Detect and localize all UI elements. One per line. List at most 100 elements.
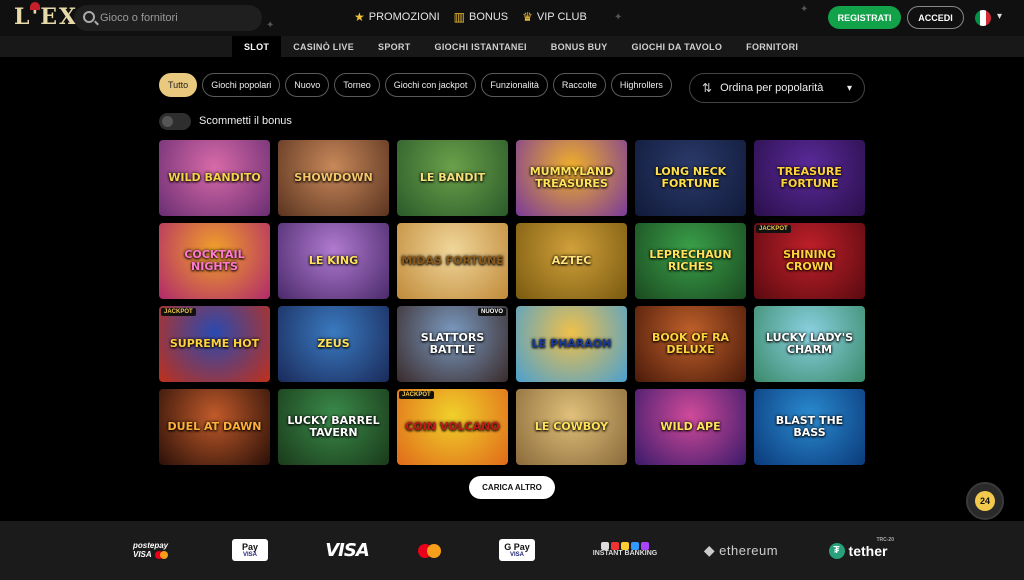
search-input[interactable] [100, 9, 255, 27]
jackpot-badge: JACKPOT [399, 391, 434, 399]
italy-flag-icon[interactable] [975, 10, 991, 26]
support-button[interactable]: 24 [966, 482, 1004, 520]
game-title: Coin Volcano [405, 420, 500, 434]
filter-chips: Tutto Giochi popolari Nuovo Torneo Giochi co… [159, 73, 672, 97]
nav-label: BONUS [469, 11, 509, 23]
game-title: Lucky Barrel Tavern [287, 414, 380, 439]
game-title: Le King [308, 254, 359, 268]
game-title: Treasure Fortune [777, 165, 842, 190]
game-title: Leprechaun Riches [649, 248, 732, 273]
search-box[interactable] [74, 5, 262, 31]
game-tile[interactable]: Long Neck Fortune [635, 140, 746, 216]
game-title: Showdown [294, 171, 373, 185]
nav-promozioni[interactable]: ★ PROMOZIONI [354, 10, 440, 24]
category-tabs: SLOT CASINÒ LIVE SPORT GIOCHI ISTANTANEI BON… [232, 36, 810, 57]
tab-0[interactable]: SLOT [232, 36, 282, 57]
game-title: Slattors Battle [420, 331, 485, 356]
nav-bonus[interactable]: ▥ BONUS [454, 10, 508, 24]
game-tile[interactable]: Treasure Fortune [754, 140, 865, 216]
instant-banking-logo: INSTANT BANKING [590, 521, 660, 580]
jackpot-badge: JACKPOT [161, 308, 196, 316]
game-title: Zeus [317, 337, 350, 351]
game-tile[interactable]: Cocktail Nights [159, 223, 270, 299]
game-tile[interactable]: Lucky Barrel Tavern [278, 389, 389, 465]
game-tile[interactable]: Leprechaun Riches [635, 223, 746, 299]
game-title: Duel at Dawn [167, 420, 262, 434]
game-title: Midas Fortune [401, 254, 504, 268]
bonus-toggle[interactable] [159, 113, 191, 130]
category-bar: SLOT CASINÒ LIVE SPORT GIOCHI ISTANTANEI BON… [0, 36, 1024, 57]
game-tile[interactable]: Le King [278, 223, 389, 299]
tab-4[interactable]: BONUS BUY [539, 36, 620, 57]
game-tile[interactable]: Wild Ape [635, 389, 746, 465]
nav-label: PROMOZIONI [368, 11, 440, 23]
game-tile[interactable]: Coin Volcano JACKPOT [397, 389, 508, 465]
sort-dropdown[interactable]: ⇅ Ordina per popolarità ▾ [689, 73, 865, 103]
game-title: Long Neck Fortune [654, 165, 727, 190]
filter-chip[interactable]: Tutto [159, 73, 198, 97]
game-tile[interactable]: Blast the Bass [754, 389, 865, 465]
tab-6[interactable]: FORNITORI [734, 36, 810, 57]
game-title: Wild Ape [660, 420, 721, 434]
filter-chip[interactable]: Giochi con jackpot [384, 73, 477, 97]
crown-icon: ♛ [522, 10, 533, 24]
visa-logo: VISA [325, 540, 370, 561]
game-tile[interactable]: Supreme Hot JACKPOT [159, 306, 270, 382]
game-tile[interactable]: Aztec [516, 223, 627, 299]
game-tile[interactable]: Le Bandit [397, 140, 508, 216]
filter-chip[interactable]: Funzionalità [481, 73, 548, 97]
game-tile[interactable]: Zeus [278, 306, 389, 382]
chevron-down-icon: ▾ [846, 82, 852, 94]
games-grid: Wild Bandito Showdown Le Bandit Mummyland T… [159, 140, 865, 465]
login-button[interactable]: ACCEDI [907, 6, 964, 29]
chevron-down-icon[interactable]: ▾ [997, 11, 1002, 22]
site-logo[interactable]: L'EX [14, 2, 78, 30]
tab-5[interactable]: GIOCHI DA TAVOLO [620, 36, 735, 57]
support-24h-icon: 24 [975, 491, 995, 511]
gift-icon: ▥ [453, 10, 465, 24]
filter-chip[interactable]: Nuovo [285, 73, 330, 97]
game-tile[interactable]: Mummyland Treasures [516, 140, 627, 216]
bonus-toggle-label: Scommetti il bonus [199, 115, 292, 127]
tab-3[interactable]: GIOCHI ISTANTANEI [423, 36, 539, 57]
new-badge: NUOVO [477, 308, 506, 316]
filter-chip[interactable]: Highrollers [610, 73, 672, 97]
game-tile[interactable]: Le Pharaoh [516, 306, 627, 382]
payments-footer: postepay VISA Pay VISA VISA G Pay VISA I… [0, 521, 1024, 580]
game-title: Mummyland Treasures [529, 165, 614, 190]
load-more-button[interactable]: CARICA ALTRO [469, 476, 555, 499]
game-tile[interactable]: Lucky Lady's Charm [754, 306, 865, 382]
game-tile[interactable]: Book of Ra Deluxe [635, 306, 746, 382]
sparkle-icon: ✦ [614, 12, 623, 23]
game-title: Aztec [551, 254, 592, 268]
sort-label: Ordina per popolarità [720, 82, 824, 94]
filter-chip[interactable]: Giochi popolari [202, 73, 281, 97]
register-button[interactable]: REGISTRATI [828, 6, 901, 29]
game-tile[interactable]: Le Cowboy [516, 389, 627, 465]
top-nav: ★ PROMOZIONI ▥ BONUS ♛ VIP CLUB [354, 10, 587, 24]
filter-chip[interactable]: Torneo [334, 73, 380, 97]
search-icon [83, 11, 95, 23]
bank-icons [601, 542, 649, 551]
tab-2[interactable]: SPORT [366, 36, 423, 57]
game-title: Book of Ra Deluxe [651, 331, 730, 356]
tether-icon: ₮ [828, 542, 845, 559]
tab-1[interactable]: CASINÒ LIVE [281, 36, 366, 57]
game-title: Cocktail Nights [184, 248, 245, 273]
game-tile[interactable]: Wild Bandito [159, 140, 270, 216]
santa-hat-icon [30, 2, 40, 10]
top-bar: L'EX ✦ ✦ ✦ ★PROMOZIONI ▥ BONUS ♛VIP CLUB RE… [0, 0, 1024, 36]
game-tile[interactable]: Slattors Battle NUOVO [397, 306, 508, 382]
game-tile[interactable]: Shining Crown JACKPOT [754, 223, 865, 299]
ethereum-icon: ◆ [703, 542, 716, 558]
filter-chip[interactable]: Raccolte [552, 73, 606, 97]
nav-vip-club[interactable]: ♛ VIP CLUB [522, 10, 587, 24]
game-tile[interactable]: Midas Fortune [397, 223, 508, 299]
game-title: Le Cowboy [534, 420, 609, 434]
game-tile[interactable]: Duel at Dawn [159, 389, 270, 465]
game-title: Supreme Hot [169, 337, 260, 351]
applepay-logo: Pay VISA [232, 539, 268, 561]
mastercard-logo [414, 521, 444, 580]
ethereum-logo: ◆ ethereum [703, 542, 779, 558]
game-tile[interactable]: Showdown [278, 140, 389, 216]
